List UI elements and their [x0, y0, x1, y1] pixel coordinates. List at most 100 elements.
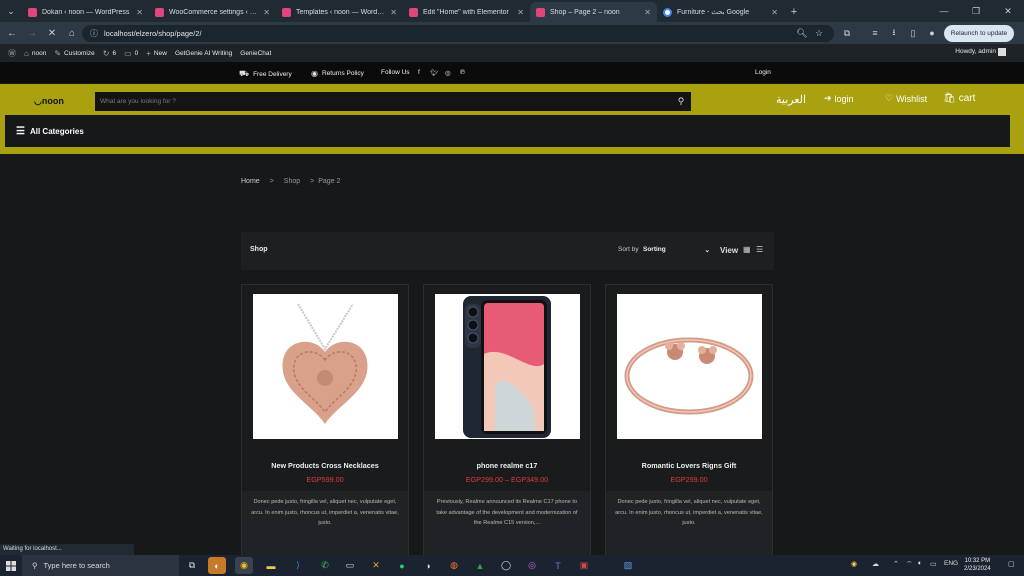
admin-getgenie-link[interactable]: GetGenie AI Writing	[175, 50, 232, 57]
firefox-icon[interactable]: ◍	[445, 557, 463, 574]
forward-button[interactable]: →	[22, 23, 42, 43]
admin-new-link[interactable]: + New	[146, 49, 167, 58]
reading-list-icon[interactable]: ≡	[866, 24, 884, 42]
product-card[interactable]: phone realme c17 EGP299.00 – EGP349.00 P…	[423, 284, 591, 576]
language-indicator[interactable]: ENG	[944, 560, 958, 567]
search-input[interactable]: What are you looking for ? ⚲	[95, 92, 691, 111]
taskbar-clock[interactable]: 10:32 PM 2/23/2024	[964, 557, 991, 573]
terminal-icon[interactable]: ▭	[341, 557, 359, 574]
volume-icon[interactable]: 🔈︎	[918, 560, 922, 568]
twitter-icon[interactable]: 🐦︎	[430, 69, 438, 77]
product-image[interactable]	[435, 294, 580, 439]
home-button[interactable]: ⌂	[62, 23, 82, 43]
google-drive-icon[interactable]: ▲	[471, 557, 489, 574]
weather-icon[interactable]: ☁	[872, 560, 879, 568]
close-icon[interactable]: ✕	[771, 8, 778, 17]
tray-app-icon[interactable]: ◉	[851, 560, 857, 568]
login-link[interactable]: Login	[755, 69, 771, 76]
follow-us: Follow Us	[381, 69, 410, 76]
site-info-icon[interactable]: ⓘ	[90, 28, 98, 39]
xampp-icon[interactable]: ✕	[367, 557, 385, 574]
admin-comments-link[interactable]: ▭ 0	[124, 49, 138, 58]
edge-icon[interactable]: ◐	[208, 557, 226, 574]
browser-tab-active[interactable]: Shop – Page 2 – noon ✕	[530, 2, 657, 22]
browser-tab[interactable]: Edit "Home" with Elementor ✕	[403, 2, 530, 22]
free-delivery-link[interactable]: ⛟ Free Delivery	[239, 69, 292, 79]
facebook-icon[interactable]: f	[418, 69, 420, 76]
list-view-icon[interactable]: ☰	[756, 245, 763, 254]
close-icon[interactable]: ✕	[644, 8, 651, 17]
avatar[interactable]	[998, 48, 1006, 56]
notification-icon[interactable]: ▢	[1008, 560, 1015, 568]
download-icon[interactable]: ⭳	[885, 24, 903, 42]
grid-view-icon[interactable]: ▦	[743, 245, 751, 254]
battery-icon[interactable]: ▭	[930, 560, 937, 568]
search-icon[interactable]: ⚲	[671, 96, 691, 107]
header-login-link[interactable]: ➔ login	[824, 93, 854, 104]
pinterest-icon[interactable]: ℗	[460, 69, 465, 76]
browser-tab[interactable]: Furniture - بحث Google ✕	[657, 2, 784, 22]
app-icon[interactable]: ▣	[575, 557, 593, 574]
app-icon[interactable]: ◎	[523, 557, 541, 574]
admin-geniechat-link[interactable]: GenieChat	[240, 50, 271, 57]
breadcrumb-home[interactable]: Home	[241, 178, 260, 185]
github-icon[interactable]: ◯	[497, 557, 515, 574]
task-view-icon[interactable]: ⧉	[183, 557, 201, 574]
app-icon[interactable]: ◑	[419, 557, 437, 574]
admin-site-link[interactable]: ⌂ noon	[24, 49, 46, 58]
close-icon[interactable]: ✕	[517, 8, 524, 17]
product-card[interactable]: New Products Cross Necklaces EGP599.00 D…	[241, 284, 409, 576]
network-icon[interactable]: ⌔	[906, 560, 913, 569]
close-icon[interactable]: ✕	[136, 8, 143, 17]
close-icon[interactable]: ✕	[263, 8, 270, 17]
product-name[interactable]: Romantic Lovers Rigns Gift	[606, 461, 772, 470]
spotify-icon[interactable]: ●	[393, 557, 411, 574]
wp-logo-icon[interactable]: Ⓦ	[8, 48, 16, 59]
browser-tab[interactable]: WooCommerce settings ‹ noon ✕	[149, 2, 276, 22]
admin-customize-link[interactable]: ✎ Customize	[54, 49, 94, 58]
stop-loading-button[interactable]: ✕	[42, 23, 62, 43]
app-icon[interactable]: ▧	[619, 557, 637, 574]
close-icon[interactable]: ✕	[390, 8, 397, 17]
product-card[interactable]: Romantic Lovers Rigns Gift EGP299.00 Don…	[605, 284, 773, 576]
file-explorer-icon[interactable]: ▬	[262, 557, 280, 574]
windows-start-icon[interactable]	[0, 555, 22, 576]
product-name[interactable]: New Products Cross Necklaces	[242, 461, 408, 470]
bookmark-star-icon[interactable]: ☆	[810, 24, 828, 42]
back-button[interactable]: ←	[2, 23, 22, 43]
chevron-up-icon[interactable]: ⌃	[893, 560, 899, 568]
product-name[interactable]: phone realme c17	[424, 461, 590, 470]
product-image[interactable]	[253, 294, 398, 439]
window-close-button[interactable]: ✕	[992, 0, 1024, 22]
extensions-icon[interactable]: ⧉	[838, 24, 856, 42]
maximize-button[interactable]: ❐	[960, 0, 992, 22]
wishlist-link[interactable]: ♡ Wishlist	[885, 93, 927, 104]
tab-favicon	[536, 7, 545, 17]
minimize-button[interactable]: —	[928, 0, 960, 22]
taskbar-search-input[interactable]: ⚲ Type here to search	[22, 555, 179, 576]
whatsapp-icon[interactable]: ✆	[316, 557, 334, 574]
all-categories-button[interactable]: ☰ All Categories	[5, 115, 1010, 147]
product-image[interactable]	[617, 294, 762, 439]
profile-avatar[interactable]: ●	[923, 24, 941, 42]
language-switch-link[interactable]: العربية	[776, 93, 806, 106]
address-bar[interactable]: ⓘ localhost/elzero/shop/page/2/	[82, 25, 834, 42]
vscode-icon[interactable]: ⟩	[289, 557, 307, 574]
admin-howdy[interactable]: Howdy, admin	[955, 48, 996, 55]
instagram-icon[interactable]: ◎	[445, 69, 451, 77]
new-tab-button[interactable]: +	[784, 2, 804, 22]
tab-search-icon[interactable]: ⌄	[0, 0, 22, 22]
chrome-icon[interactable]: ◉	[235, 557, 253, 574]
browser-tab[interactable]: Templates ‹ noon — WordPress ✕	[276, 2, 403, 22]
zoom-search-icon[interactable]: 🔍︎	[793, 24, 811, 42]
teams-icon[interactable]: T	[549, 557, 567, 574]
sort-select[interactable]: Sorting ⌄	[643, 244, 710, 255]
browser-tab[interactable]: Dokan ‹ noon — WordPress ✕	[22, 2, 149, 22]
cart-link[interactable]: 🛍︎ cart	[943, 93, 975, 104]
returns-policy-link[interactable]: ◉ Returns Policy	[311, 69, 364, 78]
browser-menu-icon[interactable]: ⋮	[1004, 24, 1022, 42]
admin-updates-link[interactable]: ↻ 6	[103, 49, 116, 58]
site-logo[interactable]: ◡noon	[34, 96, 64, 107]
side-panel-icon[interactable]: ▯	[904, 24, 922, 42]
breadcrumb-shop[interactable]: Shop	[284, 178, 300, 185]
